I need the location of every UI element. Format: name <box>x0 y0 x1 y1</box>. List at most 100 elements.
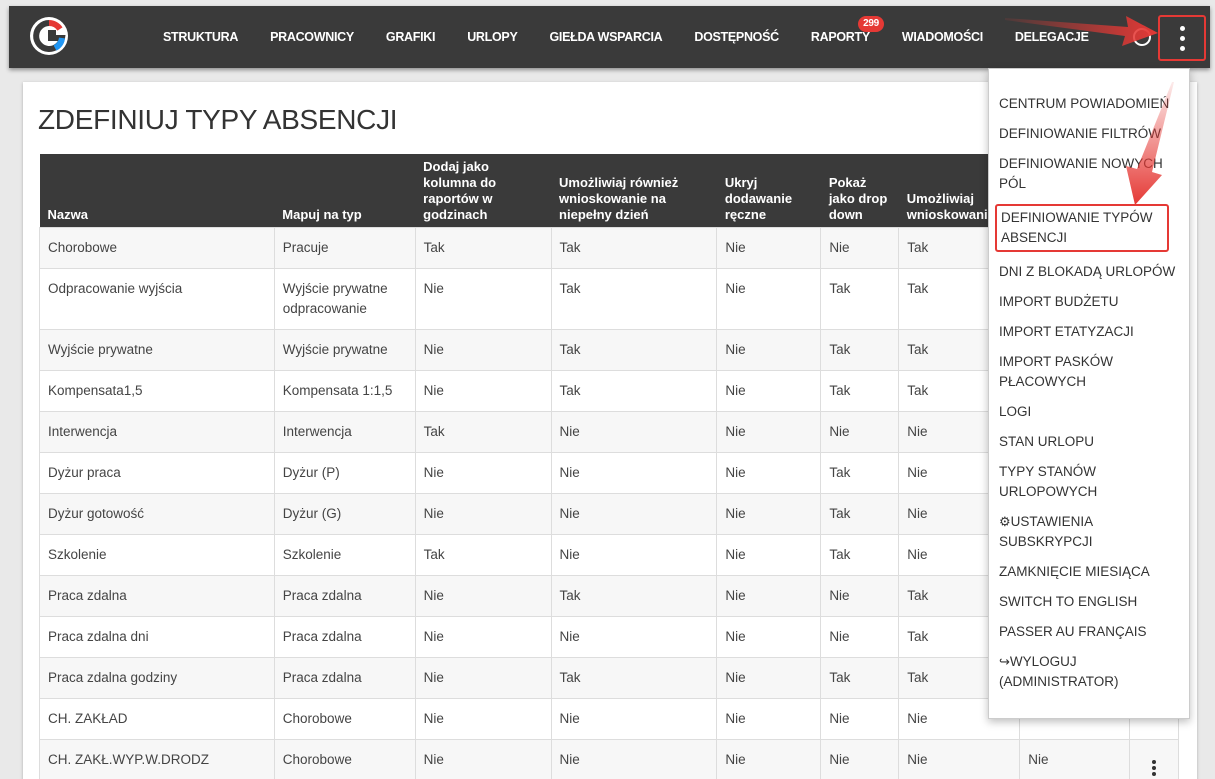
row-actions-cell <box>1129 739 1179 779</box>
menu-item[interactable]: STAN URLOPU <box>989 432 1189 452</box>
table-cell: Szkolenie <box>39 534 275 576</box>
table-cell: Nie <box>716 452 822 494</box>
app-logo-icon[interactable] <box>29 16 69 56</box>
menu-item[interactable]: ⚙ USTAWIENIA SUBSKRYPCJI <box>989 512 1189 552</box>
column-header: Mapuj na typ <box>274 154 416 228</box>
menu-item-label: IMPORT BUDŻETU <box>999 294 1119 309</box>
table-cell: Tak <box>550 227 718 269</box>
table-cell: Kompensata 1:1,5 <box>273 370 416 412</box>
table-cell: Nie <box>414 268 552 330</box>
nav-item-wiadomości[interactable]: WIADOMOŚCI <box>886 30 999 44</box>
more-dot-icon <box>1179 25 1185 31</box>
menu-item[interactable]: ZAMKNIĘCIE MIESIĄCA <box>989 562 1189 582</box>
nav-item-dostępność[interactable]: DOSTĘPNOŚĆ <box>678 30 795 44</box>
table-cell: Praca zdalna <box>273 616 416 658</box>
table-cell: Dyżur gotowość <box>39 493 275 535</box>
table-cell: Szkolenie <box>273 534 416 576</box>
table-cell: Tak <box>820 534 900 576</box>
nav-item-urlopy[interactable]: URLOPY <box>451 30 533 44</box>
table-cell: CH. ZAKŁ.WYP.W.DRODZ <box>39 739 275 779</box>
table-cell: Wyjście prywatne <box>39 329 275 371</box>
table-cell: Tak <box>550 268 718 330</box>
menu-item[interactable]: ↪ WYLOGUJ (ADMINISTRATOR) <box>989 652 1189 692</box>
menu-item-label: DEFINIOWANIE FILTRÓW <box>999 126 1161 141</box>
menu-item-label: IMPORT PASKÓW PŁACOWYCH <box>999 354 1114 389</box>
menu-item-label: USTAWIENIA SUBSKRYPCJI <box>999 514 1093 549</box>
menu-item-label: STAN URLOPU <box>999 434 1095 449</box>
menu-item[interactable]: IMPORT ETATYZACJI <box>989 322 1189 342</box>
top-navigation-bar: STRUKTURA PRACOWNICY GRAFIKI URLOPY GIEŁDA W… <box>9 6 1210 68</box>
table-row[interactable]: CH. ZAKŁ.WYP.W.DRODZ Chorobowe Nie Nie Nie Ni… <box>39 739 1179 779</box>
menu-item[interactable]: IMPORT BUDŻETU <box>989 292 1189 312</box>
menu-item[interactable]: SWITCH TO ENGLISH <box>989 592 1189 612</box>
menu-item[interactable]: DEFINIOWANIE NOWYCH PÓL <box>989 154 1189 194</box>
nav-item-label: RAPORTY <box>810 30 870 44</box>
nav-item-delegacje[interactable]: DELEGACJE <box>999 30 1105 44</box>
menu-item[interactable]: PASSER AU FRANÇAIS <box>989 622 1189 642</box>
menu-item[interactable]: CENTRUM POWIADOMIEŃ <box>989 94 1189 114</box>
column-header: Dodaj jako kolumna do raportów w godzina… <box>415 154 552 228</box>
table-cell: Nie <box>820 575 900 617</box>
nav-item-giełda-wsparcia[interactable]: GIEŁDA WSPARCIA <box>533 30 678 44</box>
page-title: ZDEFINIUJ TYPY ABSENCJI <box>38 104 398 135</box>
menu-item-label: WYLOGUJ (ADMINISTRATOR) <box>999 654 1119 689</box>
nav-item-label: STRUKTURA <box>163 30 239 44</box>
table-cell: Tak <box>414 227 552 269</box>
table-cell: Tak <box>820 657 900 699</box>
table-cell: Nie <box>820 227 900 269</box>
table-cell: Nie <box>716 227 822 269</box>
table-cell: Nie <box>414 329 552 371</box>
menu-item[interactable]: DEFINIOWANIE TYPÓW ABSENCJI <box>995 204 1169 252</box>
table-cell: Tak <box>820 452 900 494</box>
row-options-button[interactable] <box>1152 757 1156 776</box>
menu-item[interactable]: DNI Z BLOKADĄ URLOPÓW <box>989 262 1189 282</box>
more-dot-icon <box>1179 45 1185 51</box>
table-cell: Nie <box>550 452 718 494</box>
table-cell: Nie <box>716 493 822 535</box>
menu-item-label: TYPY STANÓW URLOPOWYCH <box>999 464 1098 499</box>
table-cell: Tak <box>550 329 718 371</box>
column-header: Pokaż jako drop down <box>820 154 899 228</box>
menu-item[interactable]: DEFINIOWANIE FILTRÓW <box>989 124 1189 144</box>
table-cell: Nie <box>716 698 822 740</box>
more-dot-icon <box>1152 772 1156 776</box>
nav-item-label: WIADOMOŚCI <box>901 30 983 44</box>
table-cell: Dyżur (G) <box>273 493 416 535</box>
table-cell: Chorobowe <box>273 739 416 779</box>
nav-item-label: DELEGACJE <box>1014 30 1089 44</box>
table-cell: Tak <box>550 657 718 699</box>
nav-item-struktura[interactable]: STRUKTURA <box>147 30 254 44</box>
menu-item-label: DEFINIOWANIE TYPÓW ABSENCJI <box>1001 210 1153 245</box>
nav-item-raporty[interactable]: RAPORTY 299 <box>795 16 886 44</box>
table-cell: Dyżur praca <box>39 452 275 494</box>
more-options-button[interactable] <box>1158 15 1206 61</box>
column-header: Nazwa <box>39 154 275 228</box>
table-cell: Interwencja <box>273 411 416 453</box>
table-cell: Nie <box>414 657 552 699</box>
table-cell: Tak <box>820 370 900 412</box>
nav-item-pracownicy[interactable]: PRACOWNICY <box>254 30 370 44</box>
menu-item[interactable]: LOGI <box>989 402 1189 422</box>
table-cell: Nie <box>716 657 822 699</box>
table-cell: Nie <box>716 268 822 330</box>
table-cell: Nie <box>550 534 718 576</box>
table-cell: Nie <box>716 534 822 576</box>
table-cell: Tak <box>550 370 718 412</box>
table-cell: Tak <box>820 493 900 535</box>
help-icon[interactable] <box>1133 28 1151 46</box>
menu-item-label: IMPORT ETATYZACJI <box>999 324 1134 339</box>
menu-item[interactable]: TYPY STANÓW URLOPOWYCH <box>989 462 1189 502</box>
table-cell: Nie <box>820 739 900 779</box>
table-cell: Nie <box>1019 739 1131 779</box>
column-header: Ukryj dodawanie ręczne <box>716 154 821 228</box>
table-cell: Nie <box>550 616 718 658</box>
nav-item-label: GIEŁDA WSPARCIA <box>549 30 663 44</box>
table-cell: Nie <box>550 411 718 453</box>
table-cell: Nie <box>414 452 552 494</box>
nav-item-label: URLOPY <box>467 30 518 44</box>
table-cell: Tak <box>820 268 900 330</box>
nav-item-grafiki[interactable]: GRAFIKI <box>370 30 451 44</box>
table-cell: Nie <box>716 411 822 453</box>
table-cell: Nie <box>414 493 552 535</box>
menu-item[interactable]: IMPORT PASKÓW PŁACOWYCH <box>989 352 1189 392</box>
